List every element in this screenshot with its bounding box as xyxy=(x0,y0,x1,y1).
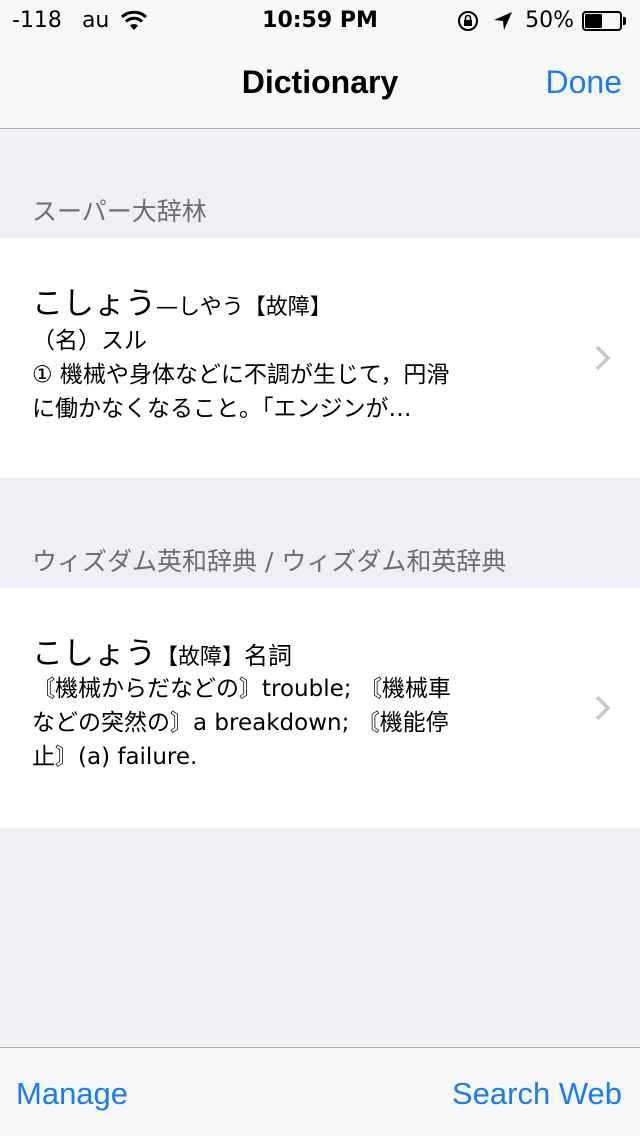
search-web-button[interactable]: Search Web xyxy=(452,1076,622,1112)
entry-part-of-speech: 名詞 xyxy=(244,642,293,670)
entry-heading: こしょう—しやう【故障】 xyxy=(32,278,560,322)
entry-reading: —しやう xyxy=(156,295,244,320)
done-button[interactable]: Done xyxy=(546,64,623,101)
manage-button[interactable]: Manage xyxy=(16,1076,128,1112)
page-title: Dictionary xyxy=(241,64,399,100)
status-bar: -118 au 10:59 PM 50% xyxy=(0,0,640,40)
battery-fill xyxy=(585,13,602,28)
entry-definition-line: に働かなくなること。「エンジンが… xyxy=(32,396,412,422)
entry-kanji: 【故障】 xyxy=(156,645,245,670)
status-right: 50% xyxy=(457,8,626,33)
rotation-lock-icon xyxy=(458,10,479,31)
chevron-right-icon xyxy=(595,345,611,371)
entry-headword: こしょう xyxy=(32,286,156,322)
entry-kanji: 【故障】 xyxy=(243,295,332,320)
battery-percent: 50% xyxy=(525,8,574,33)
entry-content: こしょう【故障】名詞 〘機械からだなどの〙trouble; 〘機械車 などの突然… xyxy=(32,628,560,774)
entry-definition-line: 止〙(a) failure. xyxy=(32,744,198,770)
entry-definition-line: ① 機械や身体などに不調が生じて，円滑 xyxy=(32,362,450,388)
entry-heading: こしょう【故障】名詞 xyxy=(32,628,560,672)
entry-content: こしょう—しやう【故障】 （名）スル ① 機械や身体などに不調が生じて，円滑 に… xyxy=(32,278,560,426)
top-bar: -118 au 10:59 PM 50% Dictionary Done xyxy=(0,0,640,129)
section-header-wisdom: ウィズダム英和辞典 / ウィズダム和英辞典 xyxy=(32,547,507,576)
battery-icon xyxy=(582,10,626,31)
entry-definition-line: 〘機械からだなどの〙trouble; 〘機械車 xyxy=(32,676,451,702)
entry-definition-line: などの突然の〙a breakdown; 〘機能停 xyxy=(32,710,449,736)
location-arrow-icon xyxy=(494,11,513,30)
bottom-toolbar: Manage Search Web xyxy=(0,1047,640,1136)
entry-headword: こしょう xyxy=(32,636,156,672)
chevron-right-icon xyxy=(595,695,611,721)
section-header-daijirin: スーパー大辞林 xyxy=(32,197,207,226)
dictionary-entry-wisdom[interactable]: こしょう【故障】名詞 〘機械からだなどの〙trouble; 〘機械車 などの突然… xyxy=(0,588,640,828)
dictionary-entry-daijirin[interactable]: こしょう—しやう【故障】 （名）スル ① 機械や身体などに不調が生じて，円滑 に… xyxy=(0,238,640,478)
entry-part-of-speech: （名）スル xyxy=(32,328,147,354)
